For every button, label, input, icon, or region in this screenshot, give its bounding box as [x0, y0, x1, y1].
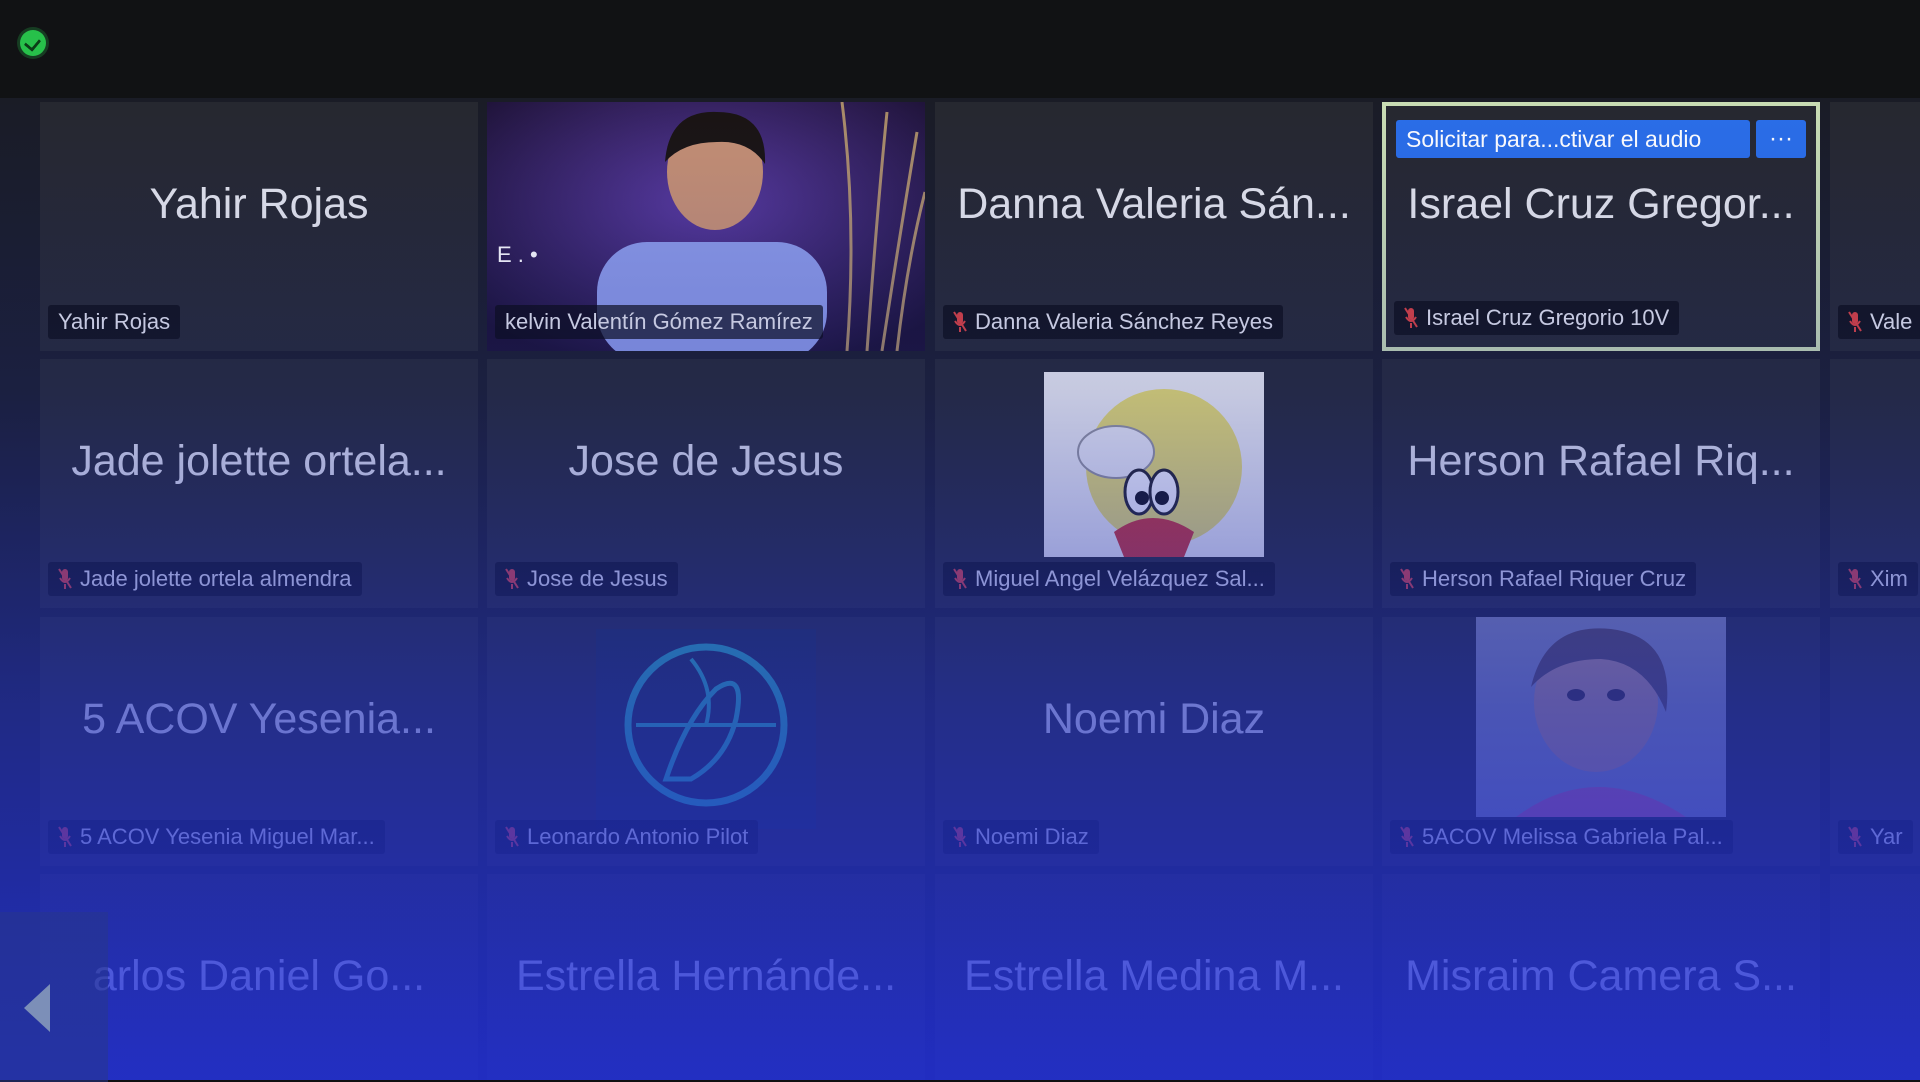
participant-label: Miguel Angel Velázquez Sal... — [943, 562, 1275, 596]
participant-label-text: 5ACOV Melissa Gabriela Pal... — [1422, 824, 1723, 849]
participant-tile[interactable]: Miguel Angel Velázquez Sal... — [935, 359, 1373, 608]
participant-label: Yahir Rojas — [48, 305, 181, 339]
mic-muted-icon — [953, 568, 967, 589]
participant-label: Herson Rafael Riquer Cruz — [1390, 562, 1697, 596]
participant-name: Danna Valeria Sán... — [957, 180, 1351, 228]
participant-name: Jose de Jesus — [568, 437, 844, 485]
participant-name: V — [1830, 102, 1920, 307]
mic-muted-icon — [1400, 826, 1414, 847]
mic-muted-icon — [505, 568, 519, 589]
participant-label: Noemi Diaz — [943, 820, 1099, 854]
mic-muted-icon — [1848, 826, 1862, 847]
participant-label-text: Leonardo Antonio Pilot — [527, 824, 749, 849]
request-unmute-button[interactable]: Solicitar para...ctivar el audio — [1396, 120, 1750, 158]
title-bar — [0, 0, 1920, 98]
participant-label-text: Noemi Diaz — [975, 824, 1089, 849]
participant-tile[interactable]: Israel Cruz Gregor... Israel Cruz Gregor… — [1382, 102, 1820, 351]
participant-tile[interactable] — [1830, 874, 1920, 1080]
mic-muted-icon — [1400, 568, 1414, 589]
participant-label: Jade jolette ortela almendra — [48, 562, 362, 596]
participant-tile[interactable]: Misraim Camera S... — [1382, 874, 1820, 1080]
participant-grid: Yahir Rojas Yahir Rojas E . • kelvin Vale… — [0, 98, 1920, 1080]
mic-muted-icon — [1404, 307, 1418, 328]
participant-label-text: Yar — [1870, 824, 1903, 849]
participant-label-text: Vale — [1870, 309, 1913, 334]
svg-text:E . •: E . • — [497, 242, 538, 267]
participant-avatar — [596, 629, 816, 829]
participant-name: Jade jolette ortela... — [71, 437, 447, 485]
participant-tile[interactable]: Jose de Jesus Jose de Jesus — [487, 359, 925, 608]
participant-avatar — [1476, 617, 1726, 817]
participant-label: Xim — [1838, 562, 1918, 596]
mic-muted-icon — [1848, 311, 1862, 332]
participant-tile[interactable]: Yahir Rojas Yahir Rojas — [40, 102, 478, 351]
connection-status-icon[interactable] — [20, 30, 46, 56]
participant-label-text: Danna Valeria Sánchez Reyes — [975, 309, 1273, 334]
participant-name: Xim — [1830, 359, 1920, 564]
participant-name: Estrella Hernánde... — [515, 952, 897, 1000]
mic-muted-icon — [58, 568, 72, 589]
participant-label-text: Herson Rafael Riquer Cruz — [1422, 566, 1687, 591]
participant-label: Israel Cruz Gregorio 10V — [1394, 301, 1680, 335]
gallery-view: Yahir Rojas Yahir Rojas E . • kelvin Vale… — [0, 98, 1920, 1080]
participant-label: Jose de Jesus — [495, 562, 678, 596]
participant-label: Leonardo Antonio Pilot — [495, 820, 759, 854]
mic-muted-icon — [505, 826, 519, 847]
participant-avatar — [1044, 372, 1264, 557]
chevron-left-icon — [24, 984, 50, 1032]
participant-label-text: Israel Cruz Gregorio 10V — [1426, 305, 1670, 330]
mic-muted-icon — [1848, 568, 1862, 589]
participant-label: Vale — [1838, 305, 1920, 339]
participant-label: Yar — [1838, 820, 1913, 854]
participant-tile[interactable]: Danna Valeria Sán... Danna Valeria Sánch… — [935, 102, 1373, 351]
participant-tile[interactable]: Xim Xim — [1830, 359, 1920, 608]
previous-page-button[interactable] — [18, 978, 58, 1038]
participant-tile[interactable]: Estrella Medina M... — [935, 874, 1373, 1080]
participant-tile[interactable]: V Vale — [1830, 102, 1920, 351]
participant-name: Herson Rafael Riq... — [1407, 437, 1795, 485]
participant-label-text: kelvin Valentín Gómez Ramírez — [505, 309, 813, 334]
participant-tile[interactable]: 5 ACOV Yesenia... 5 ACOV Yesenia Miguel … — [40, 617, 478, 866]
participant-label: 5 ACOV Yesenia Miguel Mar... — [48, 820, 385, 854]
participant-label-text: Jade jolette ortela almendra — [80, 566, 352, 591]
mic-muted-icon — [58, 826, 72, 847]
participant-tile[interactable]: Jade jolette ortela... Jade jolette orte… — [40, 359, 478, 608]
participant-tile[interactable]: 5ACOV Melissa Gabriela Pal... — [1382, 617, 1820, 866]
more-options-button[interactable]: ··· — [1756, 120, 1806, 158]
participant-label: 5ACOV Melissa Gabriela Pal... — [1390, 820, 1733, 854]
participant-tile[interactable]: Leonardo Antonio Pilot — [487, 617, 925, 866]
participant-name: Misraim Camera S... — [1405, 952, 1797, 1000]
participant-label-text: 5 ACOV Yesenia Miguel Mar... — [80, 824, 375, 849]
participant-tile[interactable]: E . • kelvin Valentín Gómez Ramírez — [487, 102, 925, 351]
participant-name: 5 ACOV Yesenia... — [82, 695, 436, 743]
participant-label: Danna Valeria Sánchez Reyes — [943, 305, 1283, 339]
mic-muted-icon — [953, 311, 967, 332]
participant-label-text: Xim — [1870, 566, 1908, 591]
participant-name: Estrella Medina M... — [964, 952, 1344, 1000]
participant-label-text: Miguel Angel Velázquez Sal... — [975, 566, 1265, 591]
participant-name: Noemi Diaz — [1042, 695, 1266, 743]
participant-tile[interactable]: Estrella Hernánde... — [487, 874, 925, 1080]
participant-label-text: Jose de Jesus — [527, 566, 668, 591]
participant-label: kelvin Valentín Gómez Ramírez — [495, 305, 823, 339]
participant-tile[interactable]: Yar — [1830, 617, 1920, 866]
participant-tile[interactable]: Herson Rafael Riq... Herson Rafael Rique… — [1382, 359, 1820, 608]
participant-tile[interactable]: Noemi Diaz Noemi Diaz — [935, 617, 1373, 866]
participant-label-text: Yahir Rojas — [58, 309, 171, 334]
participant-name: Yahir Rojas — [149, 180, 369, 228]
audio-request-bar: Solicitar para...ctivar el audio ··· — [1396, 120, 1806, 158]
mic-muted-icon — [953, 826, 967, 847]
